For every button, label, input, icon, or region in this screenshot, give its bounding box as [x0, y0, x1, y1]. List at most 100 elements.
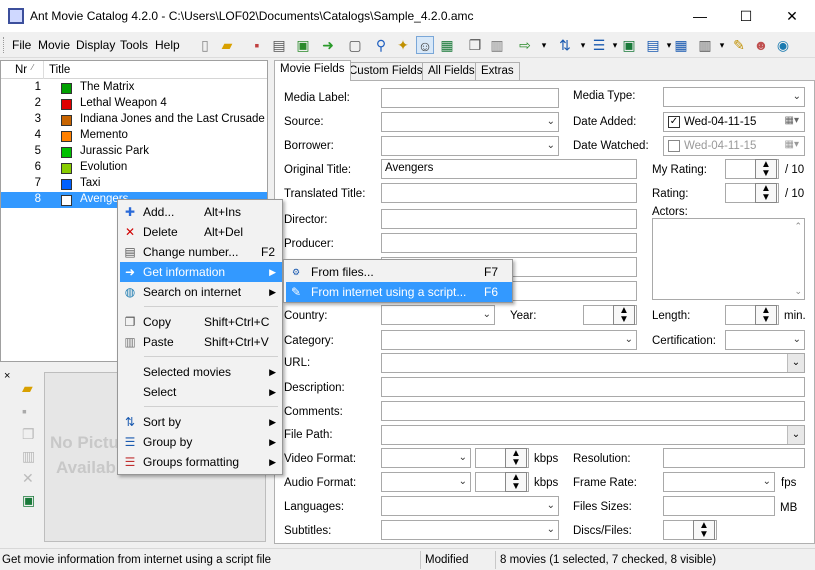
- row-checkbox[interactable]: [61, 195, 72, 206]
- audio-format-select[interactable]: ⌄: [381, 472, 471, 492]
- actors-textarea[interactable]: ⌃ ⌄: [652, 218, 805, 300]
- borrower-select[interactable]: ⌄: [381, 136, 559, 156]
- tab-custom-fields[interactable]: Custom Fields: [343, 62, 429, 80]
- date-watched-checkbox[interactable]: [668, 140, 680, 152]
- media-label-input[interactable]: [381, 88, 559, 108]
- menu-item-search-on-internet[interactable]: ◍ Search on internet ▶: [120, 282, 282, 302]
- list-item[interactable]: 3 Indiana Jones and the Last Crusade: [1, 112, 267, 128]
- open-icon[interactable]: ▰: [218, 36, 236, 54]
- open-picture-icon[interactable]: ▰: [22, 380, 33, 397]
- row-checkbox[interactable]: [61, 147, 72, 158]
- layout-icon[interactable]: ▥: [696, 36, 714, 54]
- find-icon[interactable]: ⚲: [372, 36, 390, 54]
- rating-spinner[interactable]: ▲ ▼: [755, 183, 777, 203]
- files-sizes-input[interactable]: [663, 496, 775, 516]
- list-item[interactable]: 6 Evolution: [1, 160, 267, 176]
- magic-wand-icon[interactable]: ✦: [394, 36, 412, 54]
- resolution-input[interactable]: [663, 448, 805, 468]
- list-item[interactable]: 5 Jurassic Park: [1, 144, 267, 160]
- video-bitrate-input[interactable]: ▲ ▼: [475, 448, 529, 468]
- row-checkbox[interactable]: [61, 179, 72, 190]
- menu-item-copy[interactable]: ❐ Copy Shift+Ctrl+C: [120, 312, 282, 332]
- print-icon[interactable]: ▤: [270, 36, 288, 54]
- video-format-select[interactable]: ⌄: [381, 448, 471, 468]
- menu-item-get-information[interactable]: ➜ Get information ▶: [120, 262, 282, 282]
- subtitles-select[interactable]: ⌄: [381, 520, 559, 540]
- translated-title-input[interactable]: [381, 183, 637, 203]
- menu-item-groups-formatting[interactable]: ☰ Groups formatting ▶: [120, 452, 282, 472]
- maximize-button[interactable]: ☐: [723, 0, 769, 32]
- certification-select[interactable]: ⌄: [725, 330, 805, 350]
- picture-window-icon[interactable]: ▣: [22, 492, 35, 509]
- calendar-icon[interactable]: ▦▾: [785, 115, 799, 126]
- chevron-down-icon[interactable]: ▾: [535, 36, 553, 54]
- menu-item-paste[interactable]: ▥ Paste Shift+Ctrl+V: [120, 332, 282, 352]
- length-spinner[interactable]: ▲ ▼: [755, 305, 777, 325]
- menu-movie[interactable]: Movie: [38, 38, 70, 52]
- menu-item-delete[interactable]: ✕ Delete Alt+Del: [120, 222, 282, 242]
- chevron-down-icon[interactable]: ▾: [713, 36, 731, 54]
- source-select[interactable]: ⌄: [381, 112, 559, 132]
- row-checkbox[interactable]: [61, 115, 72, 126]
- disc-icon[interactable]: ◉: [774, 36, 792, 54]
- save-icon[interactable]: ▪: [248, 36, 266, 54]
- tab-extras[interactable]: Extras: [475, 62, 520, 80]
- category-select[interactable]: ⌄: [381, 330, 637, 350]
- rating-input[interactable]: ▲ ▼: [725, 183, 779, 203]
- new-icon[interactable]: ▯: [196, 36, 214, 54]
- script-icon[interactable]: ▦: [438, 36, 456, 54]
- file-path-select[interactable]: ⌄: [381, 425, 805, 445]
- menu-file[interactable]: File: [12, 38, 31, 52]
- calendar-icon[interactable]: ▦▾: [785, 139, 799, 150]
- chevron-up-icon[interactable]: ⌃: [794, 221, 802, 232]
- copy-picture-icon[interactable]: ❐: [22, 426, 35, 443]
- discs-files-spinner[interactable]: ▲ ▼: [693, 520, 715, 540]
- grid-view-icon[interactable]: ▦: [672, 36, 690, 54]
- original-title-input[interactable]: Avengers: [381, 159, 637, 179]
- column-nr[interactable]: Nr: [15, 64, 27, 76]
- audio-bitrate-spinner[interactable]: ▲ ▼: [505, 472, 527, 492]
- next-icon[interactable]: ➜: [319, 36, 337, 54]
- paste-picture-icon[interactable]: ▥: [22, 448, 35, 465]
- delete-picture-icon[interactable]: ✕: [22, 470, 34, 487]
- producer-input[interactable]: [381, 233, 637, 253]
- menu-item-from-files[interactable]: ⚙ From files... F7: [286, 262, 512, 282]
- tab-all-fields[interactable]: All Fields: [422, 62, 481, 80]
- audio-bitrate-input[interactable]: ▲ ▼: [475, 472, 529, 492]
- save-picture-icon[interactable]: ▪: [22, 403, 27, 419]
- date-watched-picker[interactable]: Wed-04-11-15 ▦▾: [663, 136, 805, 156]
- frame-rate-select[interactable]: ⌄: [663, 472, 775, 492]
- languages-select[interactable]: ⌄: [381, 496, 559, 516]
- row-checkbox[interactable]: [61, 83, 72, 94]
- country-select[interactable]: ⌄: [381, 305, 495, 325]
- chevron-down-icon[interactable]: ⌄: [794, 286, 802, 297]
- my-rating-input[interactable]: ▲ ▼: [725, 159, 779, 179]
- column-title[interactable]: Title: [49, 64, 70, 76]
- menu-item-group-by[interactable]: ☰ Group by ▶: [120, 432, 282, 452]
- close-icon[interactable]: ×: [4, 370, 10, 382]
- menu-help[interactable]: Help: [155, 38, 180, 52]
- menu-item-select[interactable]: Select ▶: [120, 382, 282, 402]
- row-checkbox[interactable]: [61, 99, 72, 110]
- window-icon[interactable]: ▣: [620, 36, 638, 54]
- menu-item-change-number[interactable]: ▤ Change number... F2: [120, 242, 282, 262]
- menu-item-sort-by[interactable]: ⇅ Sort by ▶: [120, 412, 282, 432]
- length-input[interactable]: ▲ ▼: [725, 305, 779, 325]
- menu-item-add[interactable]: ✚ Add... Alt+Ins: [120, 202, 282, 222]
- media-type-select[interactable]: ⌄: [663, 87, 805, 107]
- goto-icon[interactable]: ⇨: [516, 36, 534, 54]
- discs-files-input[interactable]: ▲ ▼: [663, 520, 717, 540]
- get-info-toolbar-icon[interactable]: ☺: [416, 36, 434, 54]
- minimize-button[interactable]: —: [677, 0, 723, 32]
- list-item[interactable]: 2 Lethal Weapon 4: [1, 96, 267, 112]
- description-input[interactable]: [381, 377, 805, 397]
- paste-toolbar-icon[interactable]: ▥: [488, 36, 506, 54]
- row-checkbox[interactable]: [61, 131, 72, 142]
- list-item[interactable]: 7 Taxi: [1, 176, 267, 192]
- my-rating-spinner[interactable]: ▲ ▼: [755, 159, 777, 179]
- year-input[interactable]: ▲ ▼: [583, 305, 637, 325]
- menu-tools[interactable]: Tools: [120, 38, 148, 52]
- people-icon[interactable]: ☻: [752, 36, 770, 54]
- menu-item-selected-movies[interactable]: Selected movies ▶: [120, 362, 282, 382]
- list-item[interactable]: 4 Memento: [1, 128, 267, 144]
